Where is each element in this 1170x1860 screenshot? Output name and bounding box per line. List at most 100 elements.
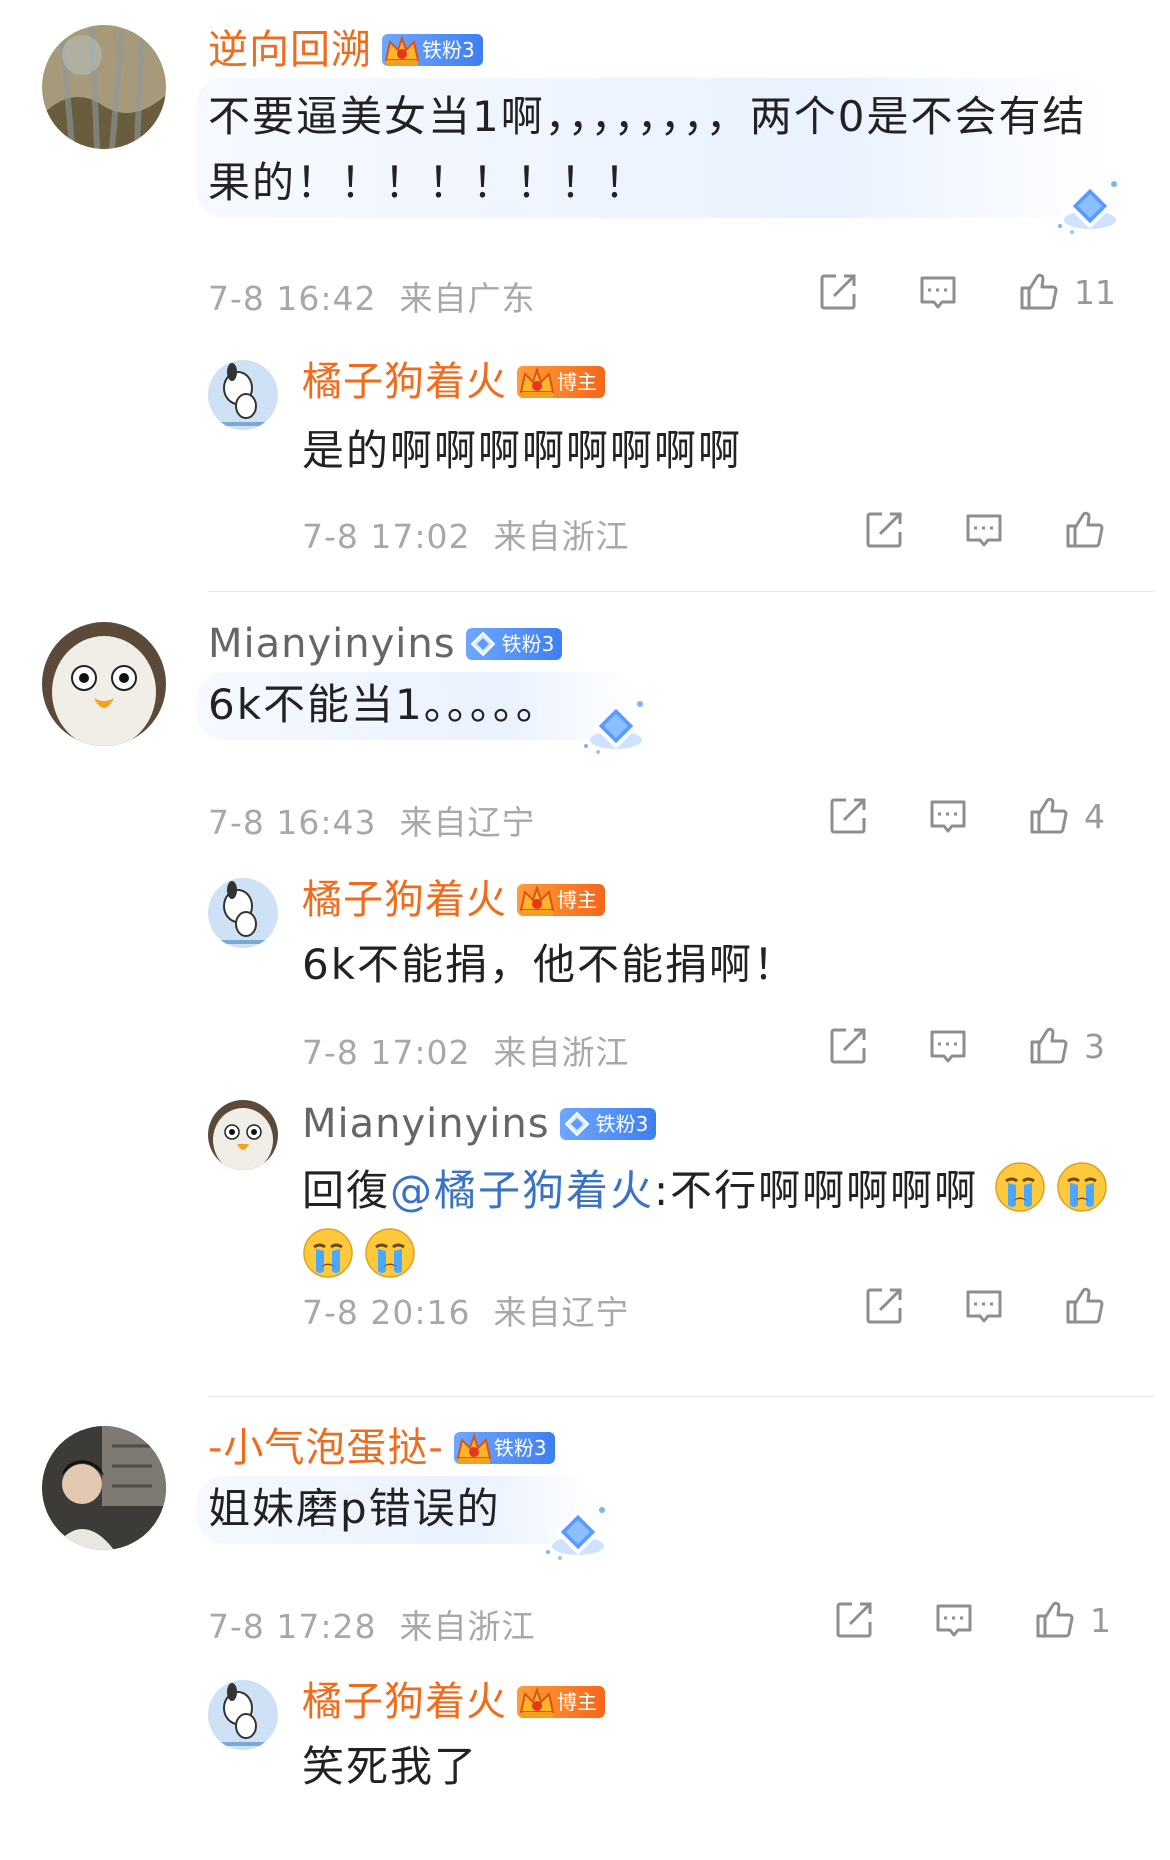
like-button[interactable]: 1 <box>1032 1598 1111 1642</box>
fan-gem-icon <box>540 1502 612 1562</box>
share-icon <box>862 1284 906 1328</box>
fan-badge: 铁粉3 <box>559 1108 657 1140</box>
share-icon <box>826 1024 870 1068</box>
comment-meta: 7-8 16:43 来自辽宁 <box>208 803 536 842</box>
reply-button[interactable] <box>926 1024 970 1068</box>
like-icon <box>1026 1024 1070 1068</box>
badge-label: 博主 <box>557 888 597 912</box>
cry-emoji <box>1056 1161 1108 1213</box>
reply-item: 橘子狗着火 博主 笑死我了 <box>0 1678 1170 1860</box>
reply-button[interactable] <box>926 794 970 838</box>
avatar[interactable] <box>208 878 278 948</box>
share-button[interactable] <box>832 1598 876 1642</box>
like-icon <box>1016 270 1060 314</box>
like-button[interactable] <box>1062 508 1106 552</box>
badge-label: 铁粉3 <box>422 38 475 62</box>
fan-badge: 铁粉3 <box>382 34 483 66</box>
like-button[interactable] <box>1062 1284 1106 1328</box>
diamond-icon <box>470 631 496 657</box>
share-button[interactable] <box>826 794 870 838</box>
reply-text: 笑死我了 <box>302 1742 479 1791</box>
reply-actions: 3 <box>826 1024 1105 1068</box>
host-badge: 博主 <box>517 366 605 398</box>
comment-meta: 7-8 16:42 来自广东 <box>208 279 536 318</box>
host-badge: 博主 <box>517 1686 605 1718</box>
username[interactable]: 橘子狗着火 <box>302 876 507 924</box>
reply-meta: 7-8 20:16 来自辽宁 <box>302 1293 630 1332</box>
share-button[interactable] <box>826 1024 870 1068</box>
avatar[interactable] <box>42 622 166 746</box>
like-icon <box>1062 508 1106 552</box>
badge-label: 博主 <box>557 1690 597 1714</box>
reply-item: 橘子狗着火 博主 是的啊啊啊啊啊啊啊啊 7-8 17:02 来自浙江 <box>0 358 1170 560</box>
share-button[interactable] <box>862 508 906 552</box>
mention-link[interactable]: @橘子狗着火 <box>390 1166 654 1215</box>
crown-icon <box>382 30 422 70</box>
like-icon <box>1032 1598 1076 1642</box>
comment-icon <box>926 1024 970 1068</box>
reply-text: 回復@橘子狗着火:不行啊啊啊啊啊 <box>302 1158 1122 1290</box>
like-button[interactable]: 11 <box>1016 270 1116 314</box>
cry-emoji <box>302 1227 354 1279</box>
comment-actions: 1 <box>832 1598 1111 1642</box>
reply-button[interactable] <box>932 1598 976 1642</box>
reply-text: 是的啊啊啊啊啊啊啊啊 <box>302 426 743 475</box>
crown-icon <box>517 880 557 920</box>
diamond-icon <box>564 1111 590 1137</box>
like-button[interactable]: 4 <box>1026 794 1105 838</box>
username[interactable]: 橘子狗着火 <box>302 1678 507 1726</box>
like-icon <box>1026 794 1070 838</box>
like-button[interactable]: 3 <box>1026 1024 1105 1068</box>
fan-gem-icon <box>578 696 650 756</box>
crown-icon <box>517 1682 557 1722</box>
share-button[interactable] <box>862 1284 906 1328</box>
avatar[interactable] <box>208 360 278 430</box>
crown-icon <box>454 1428 494 1468</box>
badge-label: 博主 <box>557 370 597 394</box>
comment-actions: 11 <box>816 270 1116 314</box>
avatar[interactable] <box>42 25 166 149</box>
share-icon <box>826 794 870 838</box>
username[interactable]: Mianyinyins <box>208 620 456 668</box>
fan-gem-icon <box>1052 176 1124 236</box>
comment-text: 不要逼美女当1啊，，，，，，，，两个0是不会有结 果的！！！！！！！！ <box>208 92 1087 207</box>
comment-icon <box>916 270 960 314</box>
reply-meta: 7-8 17:02 来自浙江 <box>302 1033 630 1072</box>
username[interactable]: 橘子狗着火 <box>302 358 507 406</box>
comment-icon <box>962 1284 1006 1328</box>
avatar[interactable] <box>208 1100 278 1170</box>
reply-button[interactable] <box>962 508 1006 552</box>
reply-button[interactable] <box>916 270 960 314</box>
share-icon <box>832 1598 876 1642</box>
comment-actions: 4 <box>826 794 1105 838</box>
username[interactable]: Mianyinyins <box>302 1100 550 1148</box>
reply-text: 6k不能捐，他不能捐啊！ <box>302 940 798 989</box>
comment-item: Mianyinyins 铁粉3 6k不能当1。。。。。 7-8 16:43 来自… <box>0 600 1170 860</box>
badge-label: 铁粉3 <box>493 1436 547 1460</box>
badge-label: 铁粉3 <box>595 1112 649 1136</box>
cry-emoji <box>364 1227 416 1279</box>
crown-icon <box>517 362 557 402</box>
cry-emoji <box>994 1161 1046 1213</box>
comment-icon <box>962 508 1006 552</box>
badge-label: 铁粉3 <box>501 632 555 656</box>
share-button[interactable] <box>816 270 860 314</box>
fan-badge: 铁粉3 <box>465 628 563 660</box>
divider <box>208 591 1154 592</box>
divider <box>208 1396 1154 1397</box>
comment-item: -小气泡蛋挞- 铁粉3 姐妹磨p错误的 7-8 17:28 来自浙江 1 <box>0 1404 1170 1664</box>
comment-icon <box>932 1598 976 1642</box>
reply-actions <box>862 508 1106 552</box>
reply-meta: 7-8 17:02 来自浙江 <box>302 517 630 556</box>
share-icon <box>816 270 860 314</box>
username[interactable]: 逆向回溯 <box>208 26 372 74</box>
comment-icon <box>926 794 970 838</box>
avatar[interactable] <box>208 1680 278 1750</box>
reply-item: Mianyinyins 铁粉3 回復@橘子狗着火:不行啊啊啊啊啊 7-8 20:… <box>0 1100 1170 1360</box>
avatar[interactable] <box>42 1426 166 1550</box>
like-icon <box>1062 1284 1106 1328</box>
reply-button[interactable] <box>962 1284 1006 1328</box>
username[interactable]: -小气泡蛋挞- <box>208 1424 444 1472</box>
comment-text: 6k不能当1。。。。。 <box>208 680 560 729</box>
share-icon <box>862 508 906 552</box>
